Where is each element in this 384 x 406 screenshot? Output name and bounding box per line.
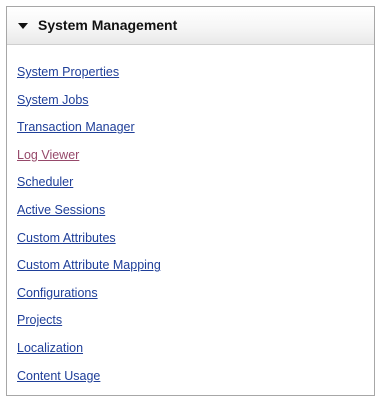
link-custom-attributes[interactable]: Custom Attributes [17,231,116,245]
list-item: Active Sessions [17,202,161,230]
list-item: Transaction Manager [17,119,161,147]
link-system-properties[interactable]: System Properties [17,65,119,79]
link-content-usage[interactable]: Content Usage [17,369,100,383]
link-log-viewer[interactable]: Log Viewer [17,148,79,162]
link-custom-attribute-mapping[interactable]: Custom Attribute Mapping [17,258,161,272]
list-item: Projects [17,312,161,340]
system-management-menu: System Properties System Jobs Transactio… [17,64,161,395]
link-configurations[interactable]: Configurations [17,286,98,300]
list-item: Custom Attributes [17,230,161,258]
list-item: Configurations [17,285,161,313]
list-item: Content Usage [17,368,161,396]
link-localization[interactable]: Localization [17,341,83,355]
list-item: Custom Attribute Mapping [17,257,161,285]
link-projects[interactable]: Projects [17,313,62,327]
link-system-jobs[interactable]: System Jobs [17,93,89,107]
link-active-sessions[interactable]: Active Sessions [17,203,105,217]
panel-title: System Management [38,17,178,33]
list-item: Scheduler [17,174,161,202]
list-item: System Jobs [17,92,161,120]
panel-header-toggle[interactable]: System Management [7,7,374,45]
list-item: Log Viewer [17,147,161,175]
triangle-down-icon[interactable] [18,23,28,29]
link-scheduler[interactable]: Scheduler [17,175,73,189]
list-item: System Properties [17,64,161,92]
list-item: Localization [17,340,161,368]
link-transaction-manager[interactable]: Transaction Manager [17,120,135,134]
system-management-panel: System Management System Properties Syst… [6,6,375,396]
